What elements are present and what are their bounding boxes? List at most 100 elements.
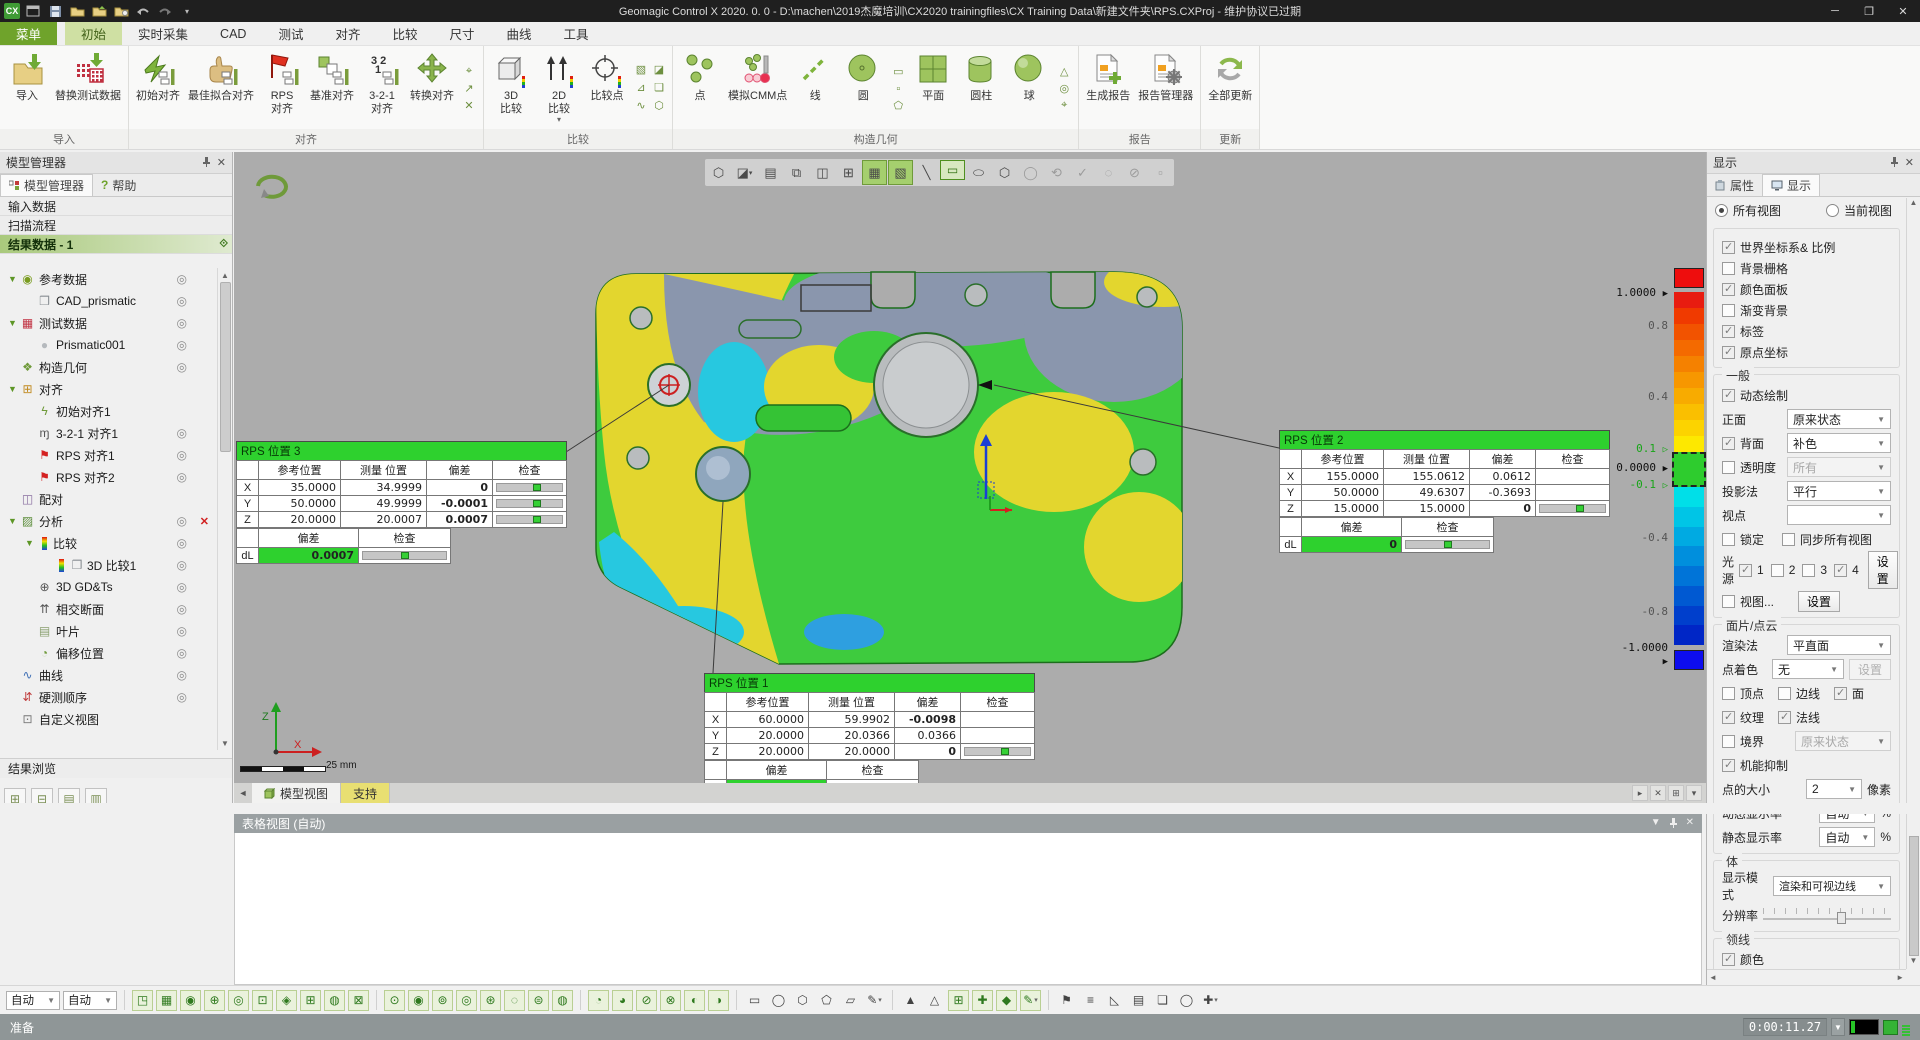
bottom-tool-icon-5-3[interactable]: ⊞: [948, 990, 969, 1011]
recent-folder-icon[interactable]: [112, 3, 130, 19]
ribbon-button-plane[interactable]: 平面: [910, 48, 956, 129]
visibility-eye-icon[interactable]: ◎: [177, 580, 187, 594]
radio-all-views[interactable]: [1715, 204, 1728, 217]
bottom-tool-icon-6-4[interactable]: ▤: [1128, 990, 1149, 1011]
pin-icon[interactable]: [1890, 156, 1899, 170]
bottom-tool-icon-5-6[interactable]: ✎▾: [1020, 990, 1041, 1011]
close-panel-icon[interactable]: ✕: [217, 156, 226, 169]
tree-item-12[interactable]: ▼▨分析◎✕: [0, 510, 217, 532]
transparency-checkbox[interactable]: [1722, 461, 1735, 474]
light-4-checkbox[interactable]: [1834, 564, 1847, 577]
ribbon-button-cmm[interactable]: 模拟CMM点: [725, 48, 790, 129]
tree-item-9[interactable]: ⚑RPS 对齐1◎: [0, 444, 217, 466]
bottom-tool-icon-1-9[interactable]: ◍: [324, 990, 345, 1011]
view-option-checkbox[interactable]: [1722, 346, 1735, 359]
mini-tool-icon[interactable]: ↗: [460, 81, 478, 97]
ribbon-button-pts[interactable]: 点: [677, 48, 723, 129]
mini-tool-icon[interactable]: ⬡: [650, 98, 668, 114]
bottom-tool-icon-5-1[interactable]: ▲: [900, 990, 921, 1011]
light-setting-button[interactable]: 设置: [1868, 551, 1898, 589]
ribbon-button-circ[interactable]: 圆: [840, 48, 886, 129]
timer-caret-icon[interactable]: ▼: [1831, 1018, 1845, 1036]
tab-menu-caret-icon[interactable]: ▾: [1686, 785, 1702, 801]
scroll-up-icon[interactable]: ▲: [1910, 198, 1918, 211]
scroll-right-icon[interactable]: ►: [1896, 973, 1904, 982]
viewport-grid-checkbox[interactable]: [1722, 595, 1735, 608]
visibility-eye-icon[interactable]: ◎: [177, 470, 187, 484]
vertex-checkbox[interactable]: [1722, 687, 1735, 700]
tab-display[interactable]: 显示: [1762, 174, 1820, 196]
bottom-tool-icon-4-1[interactable]: ▭: [744, 990, 765, 1011]
undo-icon[interactable]: [134, 3, 152, 19]
bottom-tool-icon-5-5[interactable]: ◆: [996, 990, 1017, 1011]
tree-item-15[interactable]: ⊕3D GD&Ts◎: [0, 576, 217, 598]
mini-tool-icon[interactable]: △: [1055, 64, 1073, 80]
bottom-tool-icon-6-6[interactable]: ◯: [1176, 990, 1197, 1011]
boundary-checkbox[interactable]: [1722, 735, 1735, 748]
tab-next-icon[interactable]: ▸: [1632, 785, 1648, 801]
suppress-checkbox[interactable]: [1722, 759, 1735, 772]
tree-item-6[interactable]: ▼⊞对齐: [0, 378, 217, 400]
bottom-tool-icon-4-5[interactable]: ▱: [840, 990, 861, 1011]
tab-support[interactable]: 支持: [341, 783, 390, 803]
point-shading-select[interactable]: 无▼: [1772, 659, 1844, 679]
bottom-tool-icon-5-2[interactable]: △: [924, 990, 945, 1011]
bottom-tool-icon-4-2[interactable]: ◯: [768, 990, 789, 1011]
tree-item-2[interactable]: ❒CAD_prismatic◎: [0, 290, 217, 312]
tree-item-3[interactable]: ▼▦测试数据◎: [0, 312, 217, 334]
scroll-left-icon[interactable]: ◄: [1709, 973, 1717, 982]
visibility-eye-icon[interactable]: ◎: [177, 272, 187, 286]
ribbon-button-sph[interactable]: 球: [1006, 48, 1052, 129]
tree-item-19[interactable]: ∿曲线◎: [0, 664, 217, 686]
render-method-select[interactable]: 平直面▼: [1787, 635, 1891, 655]
window-icon[interactable]: [24, 3, 42, 19]
scroll-thumb[interactable]: [220, 282, 231, 452]
ribbon-tab-2[interactable]: 初始: [65, 22, 122, 45]
tree-item-16[interactable]: ⇈相交断面◎: [0, 598, 217, 620]
resolution-slider[interactable]: [1763, 906, 1891, 924]
bottom-tool-icon-1-7[interactable]: ◈: [276, 990, 297, 1011]
tree-item-10[interactable]: ⚑RPS 对齐2◎: [0, 466, 217, 488]
bottom-tool-icon-1-10[interactable]: ⊠: [348, 990, 369, 1011]
view-setting-button[interactable]: 设置: [1798, 591, 1840, 612]
view-option-checkbox[interactable]: [1722, 262, 1735, 275]
mini-tool-icon[interactable]: ▭: [889, 64, 907, 80]
bottom-tool-icon-1-6[interactable]: ⊡: [252, 990, 273, 1011]
model-viewport[interactable]: ⬡◪▾▤⧉◫⊞▦▧╲▭⬭⬡◯⟲✓◌⊘▫: [234, 152, 1706, 783]
bottom-select-1[interactable]: 自动▼: [6, 991, 60, 1010]
view-option-checkbox[interactable]: [1722, 241, 1735, 254]
static-rate-select[interactable]: 自动▼: [1819, 827, 1875, 847]
redo-icon[interactable]: [156, 3, 174, 19]
mini-tool-icon[interactable]: ◎: [1055, 81, 1073, 97]
bottom-tool-icon-3-1[interactable]: ◔: [588, 990, 609, 1011]
view-option-checkbox[interactable]: [1722, 325, 1735, 338]
open-folder-icon[interactable]: [68, 3, 86, 19]
bottom-tool-icon-3-2[interactable]: ◕: [612, 990, 633, 1011]
tree-item-5[interactable]: ❖构造几何◎: [0, 356, 217, 378]
ribbon-tab-10[interactable]: 工具: [548, 22, 605, 45]
section-result-data[interactable]: 结果数据 - 1 ⟐: [0, 235, 232, 254]
bottom-tool-icon-6-2[interactable]: ≡: [1080, 990, 1101, 1011]
tab-properties[interactable]: 属性: [1707, 174, 1762, 196]
tree-item-13[interactable]: ▼比较◎: [0, 532, 217, 554]
ribbon-button-cpt[interactable]: 比较点: [584, 48, 630, 129]
radio-current-view[interactable]: [1826, 204, 1839, 217]
tree-item-1[interactable]: ▼◉参考数据◎: [0, 268, 217, 290]
projection-select[interactable]: 平行▼: [1787, 481, 1891, 501]
ribbon-button-refresh[interactable]: 全部更新: [1205, 48, 1255, 129]
visibility-eye-icon[interactable]: ◎: [177, 316, 187, 330]
ribbon-button-rps[interactable]: RPS 对齐: [259, 48, 305, 129]
ribbon-button-transform[interactable]: 转换对齐: [407, 48, 457, 129]
bottom-tool-icon-1-3[interactable]: ◉: [180, 990, 201, 1011]
maximize-button[interactable]: ❐: [1852, 0, 1886, 22]
visibility-eye-icon[interactable]: ◎: [177, 294, 187, 308]
tab-scroll-left-icon[interactable]: ◄: [234, 783, 252, 803]
bottom-tool-icon-4-4[interactable]: ⬠: [816, 990, 837, 1011]
bottom-tool-icon-1-2[interactable]: ▦: [156, 990, 177, 1011]
bottom-tool-icon-4-3[interactable]: ⬡: [792, 990, 813, 1011]
bottom-tool-icon-3-6[interactable]: ◑: [708, 990, 729, 1011]
visibility-eye-icon[interactable]: ◎: [177, 646, 187, 660]
ribbon-tab-4[interactable]: CAD: [204, 22, 262, 45]
ribbon-button-c2d[interactable]: 2D 比较▾: [536, 48, 582, 129]
ribbon-button-repmgr[interactable]: 报告管理器: [1135, 48, 1196, 129]
